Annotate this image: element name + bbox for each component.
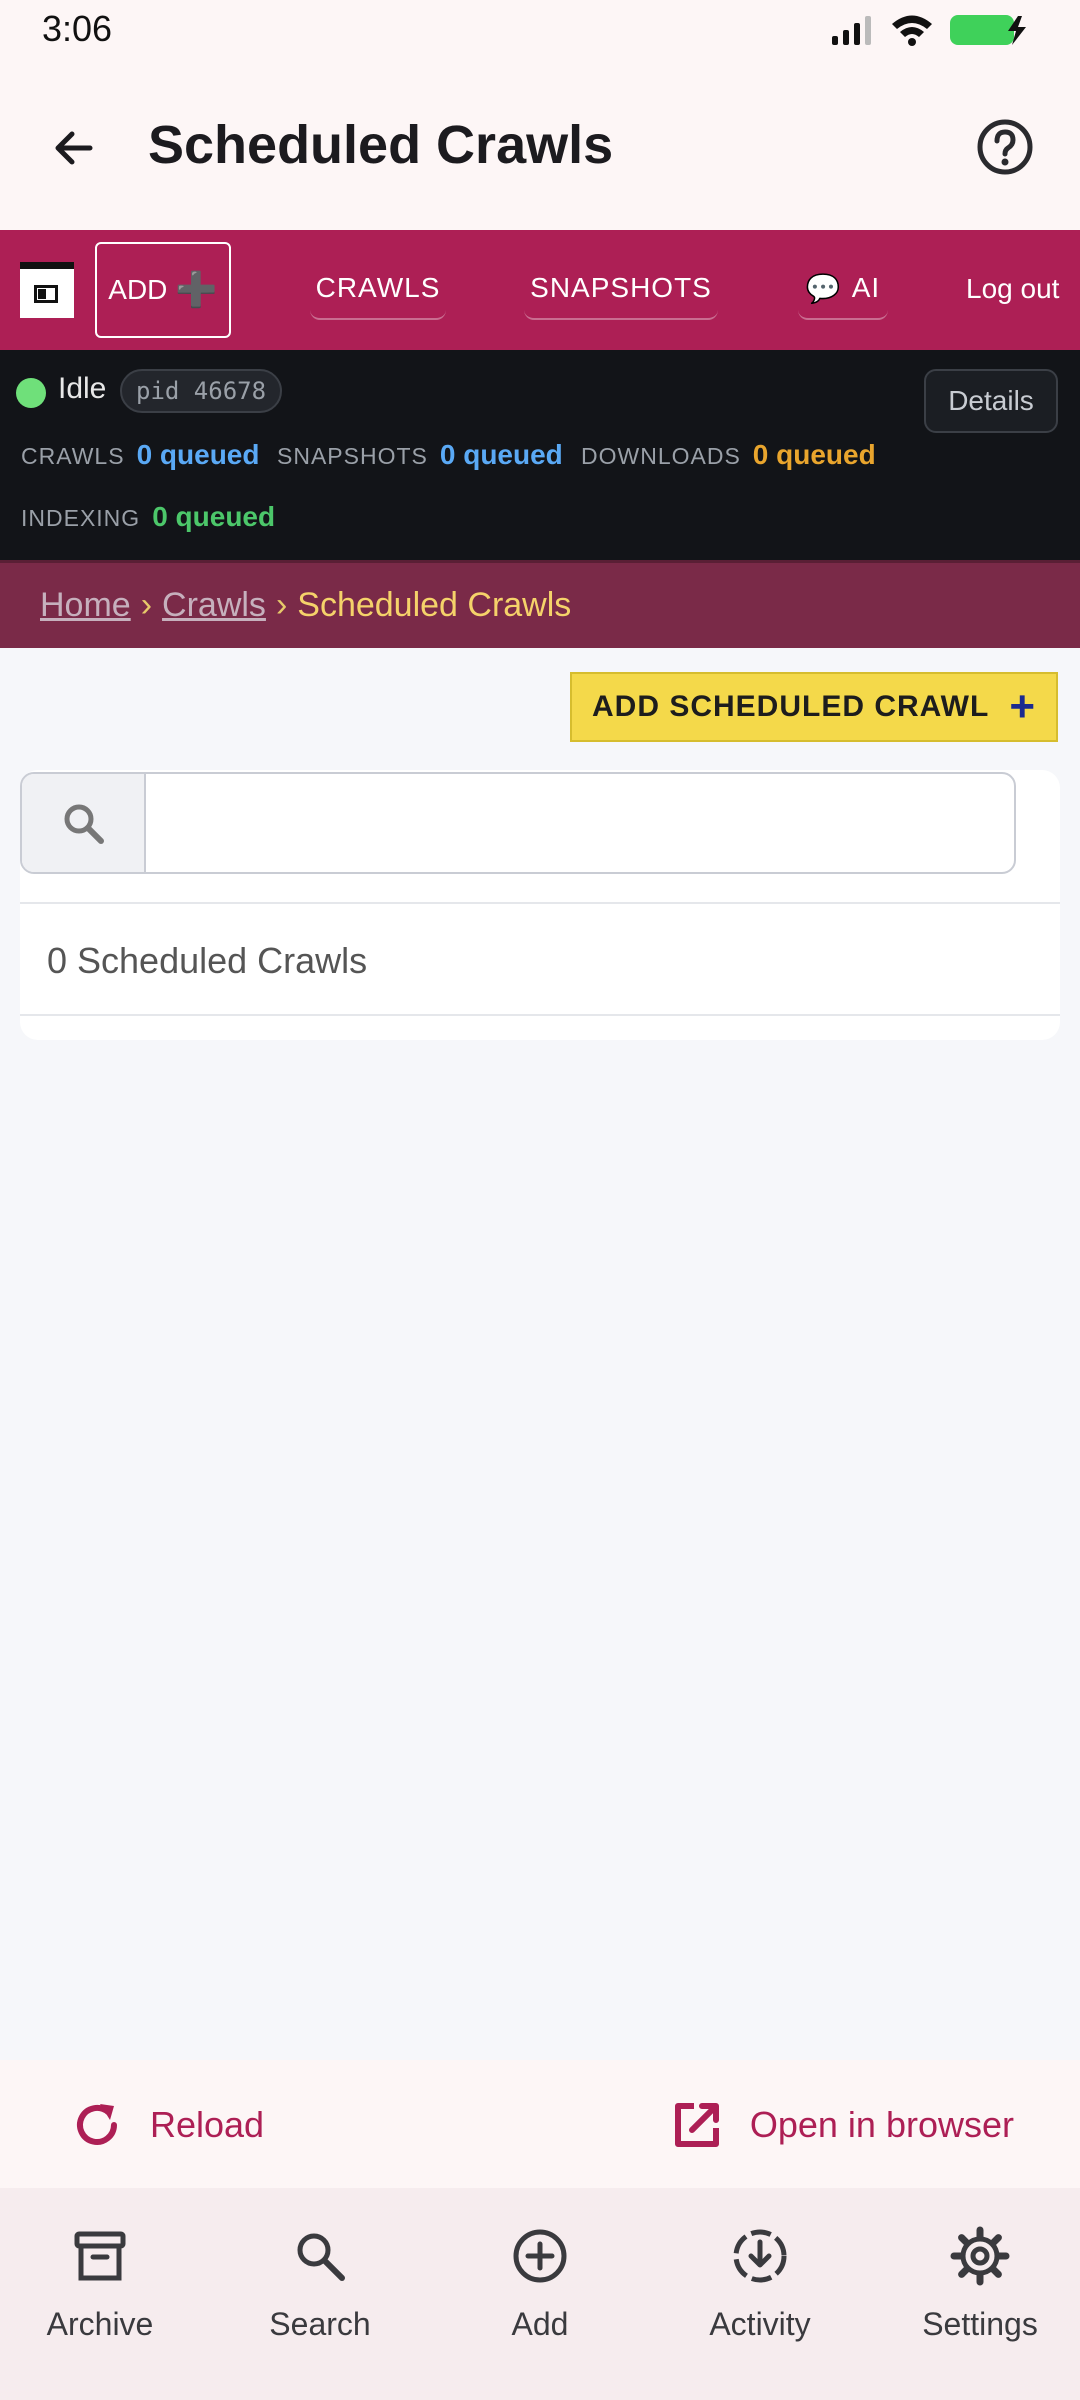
details-button[interactable]: Details	[924, 369, 1058, 433]
queue-value: 0 queued	[152, 501, 276, 532]
help-button[interactable]	[972, 114, 1038, 180]
bottom-nav-label: Add	[511, 2306, 569, 2342]
logout-link[interactable]: Log out	[966, 258, 1059, 320]
app-bar: Scheduled Crawls	[0, 62, 1080, 230]
archive-icon	[74, 2231, 126, 2281]
bottom-nav-search[interactable]: Search	[220, 2226, 420, 2343]
bottom-nav-add[interactable]: Add	[440, 2226, 640, 2343]
add-scheduled-crawl-button[interactable]: ADD SCHEDULED CRAWL +	[570, 672, 1058, 742]
open-in-browser-label: Open in browser	[749, 2104, 1014, 2145]
bottom-nav-archive[interactable]: Archive	[0, 2226, 200, 2343]
queue-snapshots: SNAPSHOTS 0 queued	[277, 439, 563, 471]
status-indicator-dot	[16, 378, 46, 408]
search-input[interactable]	[148, 774, 1014, 872]
breadcrumb-separator: ›	[140, 586, 153, 624]
download-progress-icon	[733, 2229, 787, 2283]
refresh-icon	[77, 2104, 117, 2145]
divider	[20, 1014, 1060, 1016]
bottom-nav: Archive Search Add Activity Settings	[0, 2188, 1080, 2400]
nav-snapshots-link[interactable]: SNAPSHOTS	[524, 258, 718, 320]
queue-label: CRAWLS	[21, 443, 125, 469]
nav-ai-link[interactable]: 💬 AI	[798, 258, 888, 320]
breadcrumb: Home › Crawls › Scheduled Crawls	[0, 560, 1080, 648]
queue-value: 0 queued	[136, 439, 260, 470]
queue-value: 0 queued	[752, 439, 876, 470]
breadcrumb-home[interactable]: Home	[40, 586, 131, 625]
help-circle-icon	[977, 119, 1033, 175]
nav-ai-label: AI	[851, 272, 881, 303]
queue-downloads: DOWNLOADS 0 queued	[581, 439, 876, 471]
worker-state: Idle	[58, 372, 107, 405]
bottom-nav-label: Activity	[709, 2306, 811, 2342]
add-scheduled-crawl-label: ADD SCHEDULED CRAWL	[591, 690, 990, 723]
gear-icon	[950, 2226, 1010, 2286]
plus-icon: ➕	[175, 271, 218, 309]
queue-label: INDEXING	[21, 505, 141, 531]
breadcrumb-separator: ›	[275, 586, 288, 624]
back-button[interactable]	[42, 116, 106, 180]
reload-label: Reload	[150, 2104, 265, 2145]
search-box	[20, 772, 1016, 874]
bottom-nav-settings[interactable]: Settings	[880, 2226, 1080, 2343]
top-nav: ADD ➕ CRAWLS SNAPSHOTS 💬 AI Log out	[0, 230, 1080, 350]
bottom-nav-activity[interactable]: Activity	[660, 2226, 860, 2343]
nav-add-label: ADD	[108, 274, 168, 305]
breadcrumb-crawls[interactable]: Crawls	[162, 586, 266, 625]
status-bar: 3:06	[0, 0, 1080, 62]
status-icons	[830, 12, 1032, 48]
wifi-icon	[892, 15, 932, 46]
page-title: Scheduled Crawls	[148, 115, 614, 175]
scheduled-crawls-card: 0 Scheduled Crawls	[20, 770, 1060, 1040]
bottom-nav-label: Settings	[922, 2306, 1038, 2342]
signal-icon	[832, 16, 871, 45]
queue-label: SNAPSHOTS	[277, 443, 428, 469]
result-count: 0 Scheduled Crawls	[47, 940, 368, 981]
add-circle-icon	[513, 2229, 567, 2283]
plus-icon: +	[1009, 682, 1037, 731]
nav-crawls-link[interactable]: CRAWLS	[310, 258, 446, 320]
bottom-nav-label: Archive	[46, 2306, 154, 2342]
speech-bubble-icon: 💬	[805, 272, 842, 304]
pid-badge: pid 46678	[120, 369, 283, 413]
divider	[20, 902, 1060, 904]
status-time: 3:06	[42, 8, 113, 49]
queue-crawls: CRAWLS 0 queued	[21, 439, 259, 471]
nav-add-button[interactable]: ADD ➕	[95, 242, 231, 338]
reload-button[interactable]: Reload	[70, 2090, 264, 2160]
archive-logo[interactable]	[20, 262, 74, 318]
queue-value: 0 queued	[439, 439, 563, 470]
open-in-browser-button[interactable]: Open in browser	[670, 2090, 1014, 2160]
search-icon-addon	[22, 774, 146, 872]
breadcrumb-current: Scheduled Crawls	[297, 586, 572, 624]
search-icon	[297, 2233, 345, 2281]
queue-indexing: INDEXING 0 queued	[21, 501, 275, 533]
bottom-nav-label: Search	[269, 2306, 371, 2342]
search-icon	[64, 804, 104, 844]
queue-label: DOWNLOADS	[581, 443, 741, 469]
open-external-icon	[674, 2103, 719, 2147]
arrow-left-icon	[55, 131, 93, 165]
battery-charging-icon	[950, 15, 1026, 45]
webview-action-bar: Reload Open in browser	[0, 2060, 1080, 2188]
